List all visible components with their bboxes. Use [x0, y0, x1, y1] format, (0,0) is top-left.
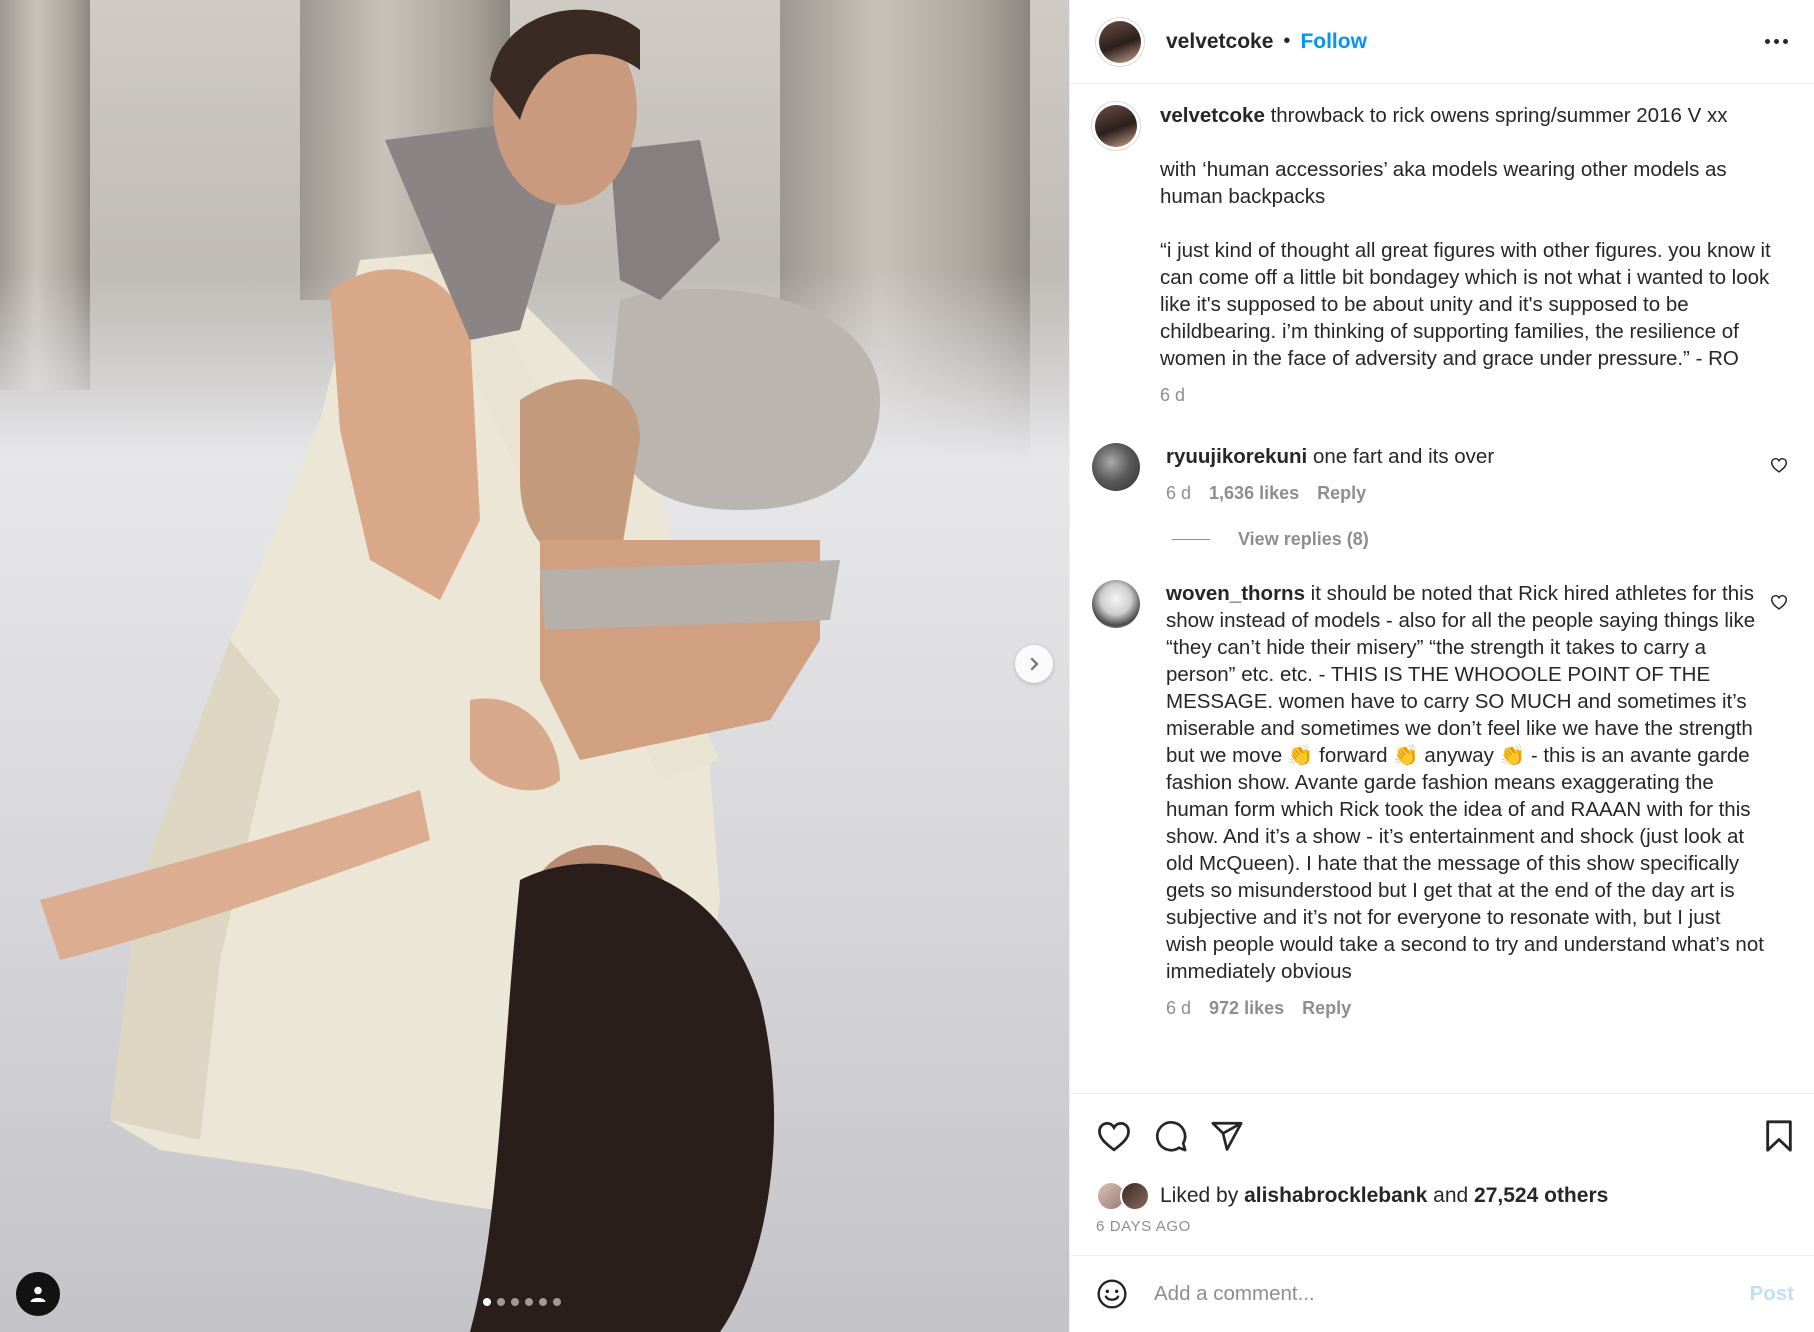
bookmark-icon	[1766, 1120, 1792, 1152]
caption-text: throwback to rick owens spring/summer 20…	[1270, 104, 1728, 127]
comment-meta: 6 d 972 likes Reply	[1166, 995, 1764, 1022]
caption-avatar-ring[interactable]	[1092, 102, 1140, 150]
caption-body: velvetcoke throwback to rick owens sprin…	[1160, 102, 1788, 409]
like-button[interactable]	[1096, 1120, 1132, 1152]
carousel-dot	[483, 1298, 491, 1306]
post-comment-button[interactable]: Post	[1750, 1282, 1794, 1306]
chevron-right-icon	[1030, 657, 1039, 671]
caption-meta: 6 d	[1160, 382, 1788, 409]
liked-by-user[interactable]: alishabrocklebank	[1244, 1184, 1427, 1208]
paper-plane-icon	[1211, 1121, 1243, 1151]
emoji-picker-button[interactable]	[1096, 1278, 1128, 1310]
liked-by-prefix: Liked by	[1160, 1184, 1239, 1207]
comment-username[interactable]: ryuujikorekuni	[1166, 445, 1307, 468]
carousel-indicator	[483, 1298, 561, 1306]
post-header: velvetcoke • Follow	[1070, 0, 1814, 84]
author-avatar-ring[interactable]	[1096, 17, 1144, 66]
caption: velvetcoke throwback to rick owens sprin…	[1092, 102, 1788, 409]
more-horizontal-icon	[1765, 39, 1770, 44]
like-comment-button[interactable]	[1770, 594, 1788, 615]
heart-icon	[1770, 457, 1788, 473]
liker-avatars[interactable]	[1096, 1181, 1154, 1211]
instagram-post: velvetcoke • Follow velvetcoke throwback…	[0, 0, 1814, 1332]
comment-button[interactable]	[1154, 1119, 1188, 1153]
share-button[interactable]	[1210, 1119, 1244, 1153]
comments-section[interactable]: velvetcoke throwback to rick owens sprin…	[1070, 84, 1814, 1094]
comment-likes[interactable]: 972 likes	[1209, 995, 1284, 1022]
caption-username[interactable]: velvetcoke	[1160, 104, 1265, 127]
comment-content: ryuujikorekuni one fart and its over	[1166, 443, 1788, 470]
view-replies-line	[1172, 539, 1210, 540]
liked-by-others[interactable]: 27,524 others	[1474, 1184, 1608, 1208]
header-separator: •	[1283, 30, 1291, 52]
liked-by-conjunction: and	[1433, 1184, 1469, 1207]
post-media[interactable]	[0, 0, 1069, 1332]
comment-timestamp[interactable]: 6 d	[1166, 480, 1191, 507]
caption-avatar[interactable]	[1095, 105, 1137, 147]
caption-paragraph: with ‘human accessories’ aka models wear…	[1160, 158, 1727, 208]
view-replies-label: View replies (8)	[1238, 529, 1369, 549]
comment-bubble-icon	[1155, 1121, 1187, 1152]
comment-username[interactable]: woven_thorns	[1166, 582, 1305, 605]
comment-body: woven_thorns it should be noted that Ric…	[1166, 580, 1788, 1022]
liked-by: Liked by alishabrocklebank and 27,524 ot…	[1096, 1178, 1788, 1214]
carousel-dot	[525, 1298, 533, 1306]
comment-input[interactable]	[1154, 1282, 1750, 1306]
user-tag-icon	[30, 1286, 46, 1302]
like-comment-button[interactable]	[1770, 457, 1788, 478]
post-actions	[1070, 1094, 1814, 1178]
caption-paragraph: velvetcoke throwback to rick owens sprin…	[1160, 102, 1788, 129]
comment-likes[interactable]: 1,636 likes	[1209, 480, 1299, 507]
caption-paragraph: “i just kind of thought all great figure…	[1160, 239, 1771, 370]
author-avatar[interactable]	[1099, 20, 1141, 63]
add-comment-bar: Post	[1070, 1255, 1814, 1332]
commenter-avatar[interactable]	[1092, 443, 1140, 491]
liker-avatar	[1120, 1181, 1150, 1211]
carousel-dot	[497, 1298, 505, 1306]
view-replies-button[interactable]: View replies (8)	[1172, 529, 1788, 550]
post-date[interactable]: 6 DAYS AGO	[1096, 1218, 1788, 1235]
author-username[interactable]: velvetcoke	[1166, 30, 1273, 54]
reply-button[interactable]: Reply	[1302, 995, 1351, 1022]
comment-meta: 6 d 1,636 likes Reply	[1166, 480, 1788, 507]
comment-content: woven_thorns it should be noted that Ric…	[1166, 580, 1764, 985]
tagged-users-button[interactable]	[16, 1272, 60, 1316]
comment-text: it should be noted that Rick hired athle…	[1166, 582, 1764, 983]
caption-timestamp[interactable]: 6 d	[1160, 382, 1185, 409]
comment: ryuujikorekuni one fart and its over 6 d…	[1092, 443, 1788, 507]
carousel-dot	[511, 1298, 519, 1306]
follow-button[interactable]: Follow	[1300, 30, 1367, 54]
comment-timestamp[interactable]: 6 d	[1166, 995, 1191, 1022]
emoji-smile-icon	[1097, 1279, 1127, 1309]
carousel-next-button[interactable]	[1015, 645, 1053, 683]
reply-button[interactable]: Reply	[1317, 480, 1366, 507]
save-button[interactable]	[1764, 1119, 1794, 1153]
likes-section: Liked by alishabrocklebank and 27,524 ot…	[1070, 1178, 1814, 1255]
more-options-button[interactable]	[1765, 39, 1788, 44]
comment-body: ryuujikorekuni one fart and its over 6 d…	[1166, 443, 1788, 507]
comment-text: one fart and its over	[1312, 445, 1495, 468]
carousel-dot	[539, 1298, 547, 1306]
post-side-panel: velvetcoke • Follow velvetcoke throwback…	[1069, 0, 1814, 1332]
heart-icon	[1098, 1121, 1130, 1152]
commenter-avatar[interactable]	[1092, 580, 1140, 628]
carousel-dot	[553, 1298, 561, 1306]
comment: woven_thorns it should be noted that Ric…	[1092, 580, 1788, 1022]
heart-icon	[1770, 594, 1788, 610]
runway-photo	[40, 9, 880, 1332]
